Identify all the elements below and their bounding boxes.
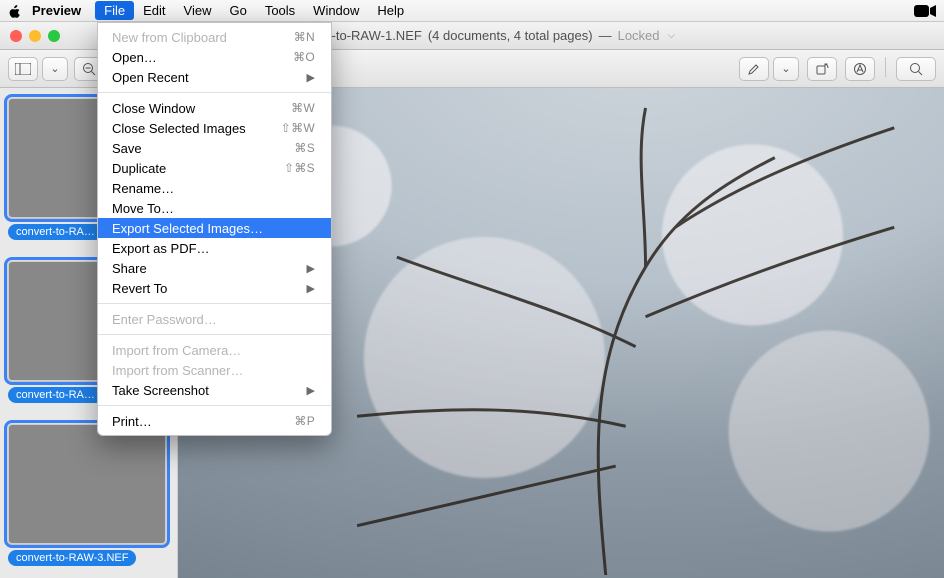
menu-item-label: Duplicate (112, 161, 166, 176)
menu-view[interactable]: View (175, 1, 221, 20)
file-menu-item[interactable]: Rename… (98, 178, 331, 198)
submenu-arrow-icon: ▶ (307, 262, 315, 275)
thumbnail[interactable]: convert-to-RAW-3.NEF (8, 424, 166, 571)
thumbnail-label: convert-to-RA… (8, 224, 103, 240)
sidebar-icon (15, 63, 31, 75)
menu-item-shortcut: ⌘W (291, 101, 315, 115)
search-button[interactable] (896, 57, 936, 81)
facetime-icon[interactable] (914, 4, 936, 18)
menu-item-shortcut: ⌘O (293, 50, 315, 64)
menu-item-label: Print… (112, 414, 152, 429)
highlight-button[interactable] (739, 57, 769, 81)
menubar-right (914, 4, 936, 18)
file-menu-item: Enter Password… (98, 309, 331, 329)
thumbnail-label: convert-to-RA… (8, 387, 103, 403)
menu-tools[interactable]: Tools (256, 1, 304, 20)
thumbnail-label: convert-to-RAW-3.NEF (8, 550, 136, 566)
file-menu-item[interactable]: Revert To ▶ (98, 278, 331, 298)
menu-item-shortcut: ⌘S (294, 141, 315, 155)
toolbar-separator (885, 57, 886, 77)
chevron-down-icon[interactable]: ⌵ (668, 30, 676, 41)
menu-edit[interactable]: Edit (134, 1, 174, 20)
menu-item-label: Export as PDF… (112, 241, 210, 256)
file-menu-item[interactable]: Open… ⌘O (98, 47, 331, 67)
menu-go[interactable]: Go (220, 1, 255, 20)
menu-item-shortcut: ⇧⌘W (281, 121, 315, 135)
file-menu-item: New from Clipboard ⌘N (98, 27, 331, 47)
highlight-icon (747, 62, 761, 76)
markup-icon (853, 62, 867, 76)
minimize-window-button[interactable] (29, 30, 41, 42)
menu-item-label: Open… (112, 50, 157, 65)
file-menu-item[interactable]: Close Window ⌘W (98, 98, 331, 118)
submenu-arrow-icon: ▶ (307, 282, 315, 295)
menu-item-shortcut: ⇧⌘S (284, 161, 315, 175)
zoom-out-icon (82, 62, 96, 76)
search-icon (909, 62, 923, 76)
menu-item-label: Save (112, 141, 142, 156)
zoom-window-button[interactable] (48, 30, 60, 42)
menu-separator (98, 92, 331, 93)
file-menu-dropdown: New from Clipboard ⌘N Open… ⌘O Open Recent ▶ C… (97, 22, 332, 436)
menu-item-label: Close Window (112, 101, 195, 116)
menu-separator (98, 303, 331, 304)
menu-item-label: Open Recent (112, 70, 189, 85)
file-menu-item[interactable]: Take Screenshot ▶ (98, 380, 331, 400)
menu-file[interactable]: File (95, 1, 134, 20)
file-menu-item[interactable]: Duplicate ⇧⌘S (98, 158, 331, 178)
file-menu-item: Import from Camera… (98, 340, 331, 360)
rotate-icon (815, 62, 829, 76)
file-menu-item[interactable]: Move To… (98, 198, 331, 218)
window-title-sep: — (599, 28, 612, 43)
file-menu-item[interactable]: Export Selected Images… (98, 218, 331, 238)
menu-help[interactable]: Help (368, 1, 413, 20)
file-menu-item[interactable]: Open Recent ▶ (98, 67, 331, 87)
menu-item-label: Import from Scanner… (112, 363, 244, 378)
file-menu-item[interactable]: Close Selected Images ⇧⌘W (98, 118, 331, 138)
menu-item-label: Rename… (112, 181, 174, 196)
menu-separator (98, 334, 331, 335)
menu-item-label: Enter Password… (112, 312, 217, 327)
menu-item-label: Revert To (112, 281, 167, 296)
menu-item-shortcut: ⌘P (294, 414, 315, 428)
menu-item-label: Import from Camera… (112, 343, 241, 358)
submenu-arrow-icon: ▶ (307, 384, 315, 397)
file-menu-item[interactable]: Print… ⌘P (98, 411, 331, 431)
menu-separator (98, 405, 331, 406)
rotate-button[interactable] (807, 57, 837, 81)
file-menu-item[interactable]: Export as PDF… (98, 238, 331, 258)
markup-button[interactable] (845, 57, 875, 81)
file-menu-item: Import from Scanner… (98, 360, 331, 380)
menu-item-label: Move To… (112, 201, 174, 216)
highlight-menu-button[interactable]: ⌄ (773, 57, 799, 81)
menu-item-label: Share (112, 261, 147, 276)
menu-item-label: Take Screenshot (112, 383, 209, 398)
apple-logo-icon (8, 4, 22, 18)
thumbnail-image (8, 424, 166, 544)
traffic-lights (10, 30, 60, 42)
menu-window[interactable]: Window (304, 1, 368, 20)
window-locked-label: Locked (618, 28, 660, 43)
submenu-arrow-icon: ▶ (307, 71, 315, 84)
file-menu-item[interactable]: Save ⌘S (98, 138, 331, 158)
app-name: Preview (32, 3, 81, 18)
close-window-button[interactable] (10, 30, 22, 42)
window-title-info: (4 documents, 4 total pages) (428, 28, 593, 43)
sidebar-toggle-button[interactable] (8, 57, 38, 81)
menu-item-shortcut: ⌘N (294, 30, 315, 44)
menubar: Preview File Edit View Go Tools Window H… (0, 0, 944, 22)
menu-item-label: Export Selected Images… (112, 221, 263, 236)
sidebar-menu-button[interactable]: ⌄ (42, 57, 68, 81)
menu-item-label: New from Clipboard (112, 30, 227, 45)
file-menu-item[interactable]: Share ▶ (98, 258, 331, 278)
menu-item-label: Close Selected Images (112, 121, 246, 136)
